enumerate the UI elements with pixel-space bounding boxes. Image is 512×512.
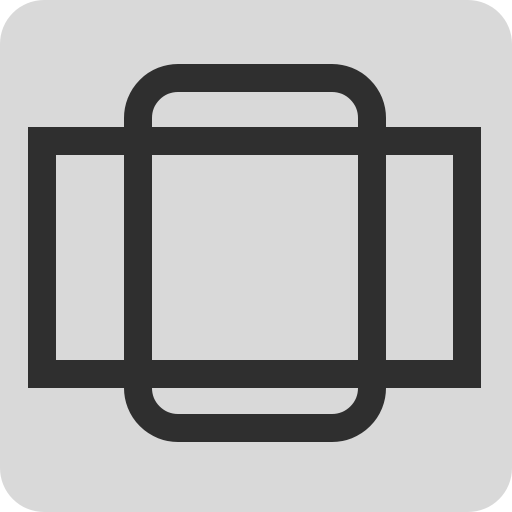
screen-rotation-icon bbox=[0, 0, 512, 512]
